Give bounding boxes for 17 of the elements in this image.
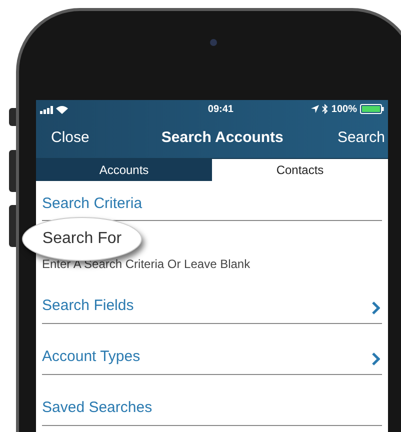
signal-wifi-icon	[40, 104, 70, 114]
menu-row[interactable]: Search Fields	[42, 273, 382, 324]
section-header: Search Criteria	[42, 194, 142, 214]
menu-row[interactable]: Account Types	[42, 324, 382, 375]
segment-tab[interactable]: Accounts	[36, 159, 212, 181]
status-time: 09:41	[208, 102, 234, 116]
camera-lens	[210, 39, 217, 46]
screen-title: Search Accounts	[161, 128, 284, 148]
field-label: Search For	[42, 229, 122, 249]
bluetooth-icon	[322, 104, 328, 114]
menu-row[interactable]: Saved Searches	[42, 375, 382, 426]
close-button[interactable]: Close	[51, 126, 90, 150]
search-button[interactable]: Search	[337, 126, 385, 150]
battery-percent: 100%	[331, 102, 357, 116]
segment-tab[interactable]: Contacts	[212, 159, 388, 181]
battery-icon	[360, 104, 384, 114]
location-arrow-icon	[311, 105, 320, 113]
